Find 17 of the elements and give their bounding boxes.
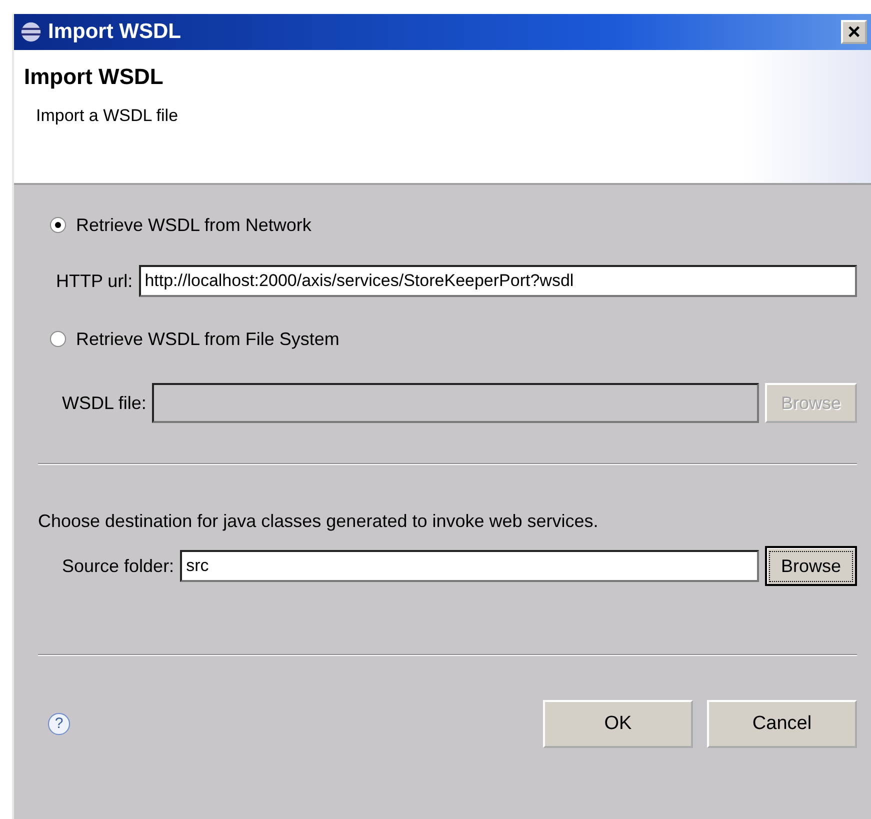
dialog-button[interactable]: OK bbox=[543, 700, 693, 748]
page-description: Import a WSDL file bbox=[36, 106, 180, 126]
field-label: WSDL file: bbox=[62, 392, 146, 414]
browse-button[interactable]: Browse bbox=[765, 546, 857, 586]
field-label: Source folder: bbox=[62, 556, 174, 576]
radio-label[interactable]: Retrieve WSDL from Network bbox=[76, 214, 312, 236]
text-field[interactable]: http://localhost:2000/axis/services/StoreKeeperPort?wsdl bbox=[138, 265, 857, 297]
instruction-text: Choose destination for java classes generated to invoke web services. bbox=[38, 511, 600, 532]
globe-icon bbox=[20, 21, 42, 43]
text-field[interactable]: src bbox=[180, 550, 759, 582]
radio-button[interactable] bbox=[50, 217, 66, 233]
page-title: Import WSDL bbox=[24, 64, 164, 90]
dialog-button[interactable]: Cancel bbox=[707, 700, 857, 748]
help-icon[interactable]: ? bbox=[48, 713, 70, 735]
window-title: Import WSDL bbox=[48, 20, 181, 44]
close-button[interactable]: × bbox=[841, 20, 867, 44]
field-label: HTTP url: bbox=[56, 270, 133, 292]
